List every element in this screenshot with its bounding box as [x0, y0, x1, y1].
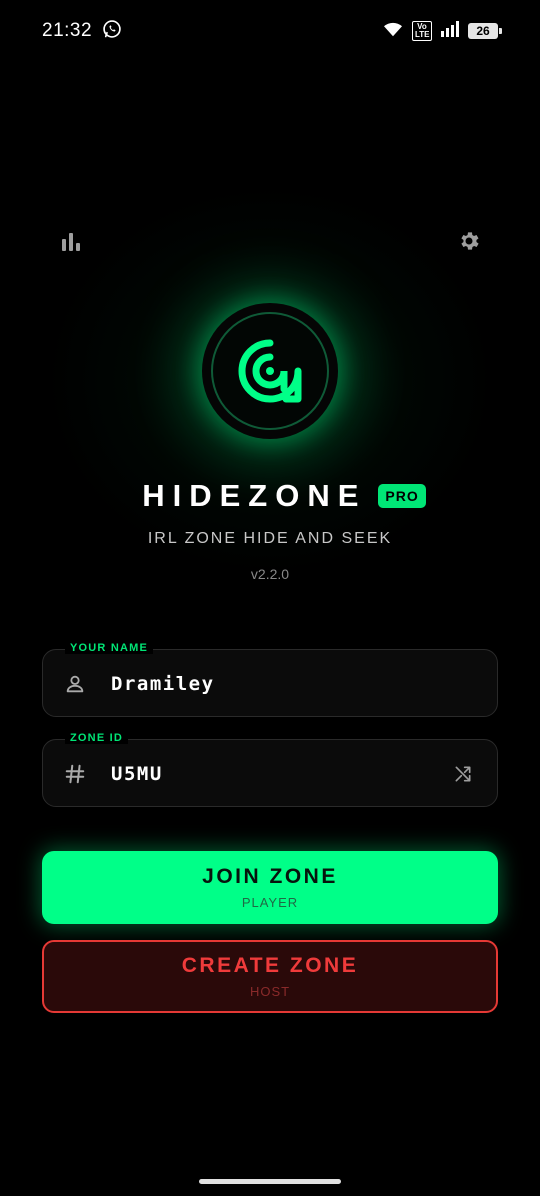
title-row: HIDEZONE PRO	[0, 476, 540, 516]
app-version: v2.2.0	[250, 566, 290, 582]
app-title: HIDEZONE	[142, 478, 367, 513]
signal-icon	[440, 20, 460, 42]
gear-icon	[457, 229, 481, 258]
create-zone-subtitle: HOST	[249, 984, 291, 999]
status-bar: 21:32 Vo LTE 26	[0, 0, 540, 62]
hash-icon	[63, 762, 87, 786]
app-subtitle: IRL ZONE HIDE AND SEEK	[147, 530, 393, 547]
volte-icon: Vo LTE	[412, 21, 432, 41]
create-zone-title: CREATE ZONE	[181, 954, 359, 977]
target-logo-icon	[238, 339, 302, 403]
bar-chart-icon	[60, 231, 82, 256]
shuffle-icon[interactable]	[451, 762, 475, 786]
status-left: 21:32	[42, 19, 122, 44]
join-zone-title: JOIN ZONE	[202, 865, 338, 888]
zone-id-input[interactable]	[111, 740, 431, 808]
app-logo	[202, 303, 338, 439]
battery-icon: 26	[468, 23, 502, 39]
wifi-icon	[382, 20, 404, 43]
person-icon	[63, 672, 87, 696]
zone-id-field[interactable]: ZONE ID	[42, 732, 498, 808]
join-zone-subtitle: PLAYER	[241, 895, 299, 910]
home-indicator[interactable]	[199, 1179, 341, 1184]
pro-badge: PRO	[378, 484, 426, 508]
join-zone-button[interactable]: JOIN ZONE PLAYER	[42, 851, 498, 924]
settings-button[interactable]	[454, 228, 484, 258]
status-time: 21:32	[42, 20, 93, 41]
name-input[interactable]	[111, 650, 431, 718]
background-glow	[0, 0, 540, 1196]
create-zone-button[interactable]: CREATE ZONE HOST	[42, 940, 498, 1013]
whatsapp-icon	[102, 19, 122, 44]
status-right: Vo LTE 26	[382, 20, 502, 43]
name-field[interactable]: YOUR NAME	[42, 642, 498, 718]
stats-button[interactable]	[56, 228, 86, 258]
